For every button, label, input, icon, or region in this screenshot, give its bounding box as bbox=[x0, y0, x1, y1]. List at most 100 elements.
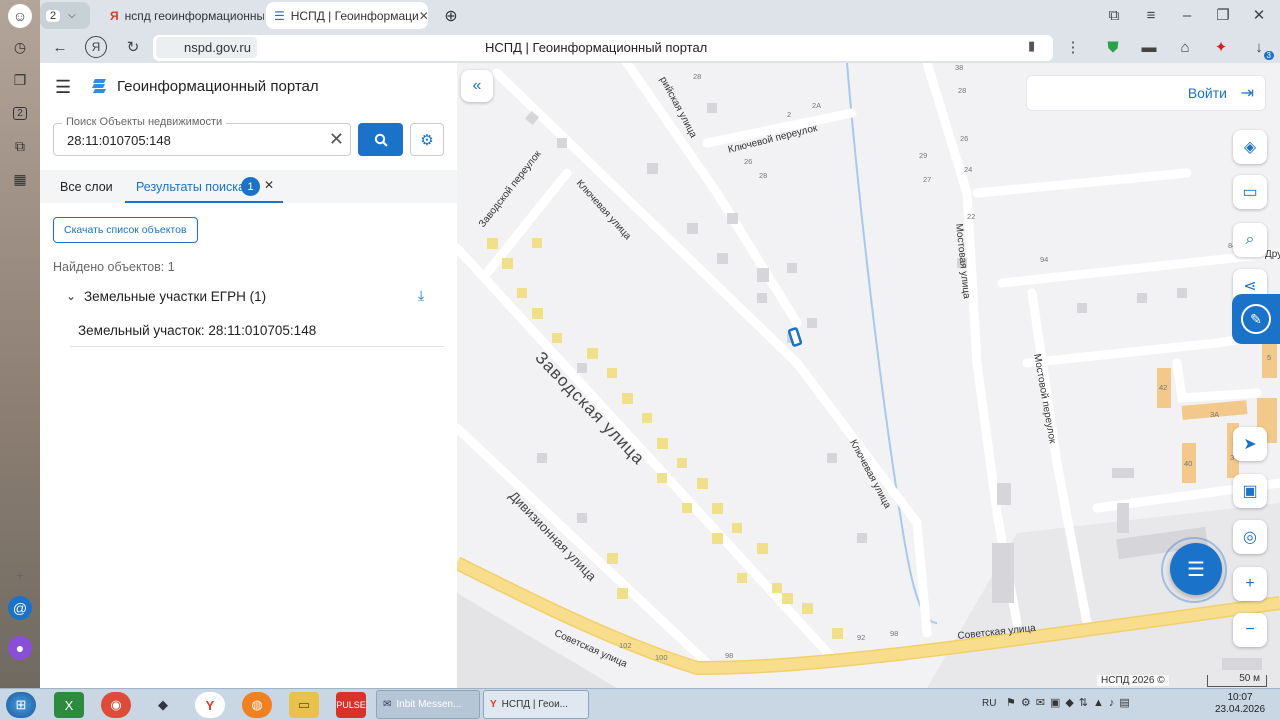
start-button[interactable]: ⊞ bbox=[6, 692, 36, 718]
house-number: 102 bbox=[619, 641, 632, 650]
search-input[interactable]: Поиск Объекты недвижимости 28:11:010705:… bbox=[53, 116, 351, 156]
firefox-app-icon[interactable]: ◍ bbox=[242, 692, 272, 718]
tab-group-count: 2 bbox=[46, 9, 61, 22]
yandex-home-icon[interactable]: Я bbox=[85, 36, 107, 58]
file-explorer-icon[interactable]: ▭ bbox=[289, 692, 319, 718]
minimize-icon[interactable]: – bbox=[1176, 4, 1198, 26]
app-diamond-icon[interactable]: ◆ bbox=[148, 692, 178, 718]
geolocation-button[interactable]: ◎ bbox=[1233, 520, 1267, 554]
history-icon[interactable]: ◷ bbox=[8, 35, 32, 59]
tray-icons[interactable]: ⚑⚙✉▣◆⇅▲♪▤ bbox=[1006, 696, 1135, 709]
map-canvas[interactable]: Заводской переулок Ключевая улица Ключев… bbox=[457, 63, 1280, 688]
locate-button[interactable]: ➤ bbox=[1233, 427, 1267, 461]
pulse-app-icon[interactable]: PULSE bbox=[336, 692, 366, 718]
minimap-button[interactable]: ▣ bbox=[1233, 474, 1267, 508]
feedback-side-button[interactable]: ✎ bbox=[1232, 294, 1280, 344]
selected-parcel[interactable] bbox=[787, 327, 803, 347]
group-label[interactable]: Земельные участки ЕГРН (1) bbox=[84, 289, 266, 304]
download-list-button[interactable]: Скачать список объектов bbox=[53, 217, 198, 243]
collapse-panel-button[interactable]: « bbox=[461, 70, 493, 102]
menu-icon[interactable]: ≡ bbox=[1140, 4, 1162, 26]
url-domain: nspd.gov.ru bbox=[156, 37, 257, 58]
bookmark-icon[interactable]: ▮ bbox=[1028, 38, 1035, 54]
language-indicator[interactable]: RU bbox=[982, 698, 996, 709]
chat-document-icon: ✎ bbox=[1241, 304, 1271, 334]
protect-shield-icon[interactable]: ⛊ bbox=[1102, 36, 1124, 58]
scale-bar: 50 м bbox=[1207, 674, 1267, 687]
tab-search-results-label: Результаты поиска bbox=[136, 180, 245, 194]
copyright: НСПД 2026 © bbox=[1097, 675, 1169, 686]
ruler-button[interactable]: ▭ bbox=[1233, 175, 1267, 209]
collapse-chevron-icon[interactable]: ⌄ bbox=[66, 289, 76, 303]
result-item[interactable]: Земельный участок: 28:11:010705:148 bbox=[70, 314, 444, 347]
chrome-app-icon[interactable]: ◉ bbox=[101, 692, 131, 718]
chat-icon: ☰ bbox=[1187, 558, 1205, 581]
search-button[interactable] bbox=[358, 123, 403, 156]
reader-icon[interactable]: ⌂ bbox=[1174, 36, 1196, 58]
chat-button[interactable]: ☰ bbox=[1170, 543, 1222, 595]
house-number: 100 bbox=[655, 653, 668, 662]
house-number: 2А bbox=[812, 101, 822, 110]
clock[interactable]: 10:07 23.04.2026 bbox=[1215, 692, 1265, 716]
house-number: 94 bbox=[1040, 255, 1049, 264]
tab-yandex-search[interactable]: Я нспд геоинформационный bbox=[102, 2, 264, 29]
collections-icon[interactable]: ❐ bbox=[8, 68, 32, 92]
excel-app-icon[interactable]: X bbox=[54, 692, 84, 718]
login-icon: ⇥ bbox=[1240, 85, 1254, 102]
house-number: 2 bbox=[787, 110, 792, 119]
taskbar-app-nspd[interactable]: Y НСПД | Геои... bbox=[483, 690, 589, 719]
extension-icon[interactable]: ▬ bbox=[1138, 36, 1160, 58]
add-icon[interactable]: + bbox=[8, 563, 32, 587]
close-window-icon[interactable]: ✕ bbox=[1248, 4, 1270, 26]
taskbar-app-inbit[interactable]: ✉ Inbit Messen... bbox=[376, 690, 480, 719]
house-number: 28 bbox=[759, 171, 768, 180]
back-icon[interactable]: ← bbox=[49, 36, 71, 58]
page-title-in-bar: НСПД | Геоинформационный портал bbox=[485, 40, 708, 55]
close-results-icon[interactable]: ✕ bbox=[264, 178, 274, 192]
house-number: 28 bbox=[958, 86, 967, 95]
extension-badge-icon[interactable]: ✦ bbox=[1210, 36, 1232, 58]
tab-all-layers[interactable]: Все слои bbox=[60, 180, 113, 194]
nspd-favicon-icon: ☰ bbox=[274, 8, 285, 23]
tab-search-results[interactable]: Результаты поиска 1 ✕ bbox=[125, 170, 283, 203]
result-item-label: Земельный участок: 28:11:010705:148 bbox=[78, 323, 317, 338]
navigation-arrow-icon: ➤ bbox=[1243, 436, 1257, 453]
alice-icon[interactable]: ● bbox=[8, 636, 32, 660]
address-bar[interactable]: 🔒︎ nspd.gov.ru НСПД | Геоинформационный … bbox=[153, 35, 1053, 61]
tab-nspd[interactable]: ☰ НСПД | Геоинформаци ✕ bbox=[266, 2, 428, 29]
tab-group-button[interactable]: 2 ⌵ bbox=[40, 2, 90, 29]
results-tabs: Все слои Результаты поиска 1 ✕ bbox=[40, 170, 457, 203]
house-number: 40 bbox=[1184, 459, 1193, 468]
zoom-out-button[interactable]: − bbox=[1233, 613, 1267, 647]
reload-icon[interactable]: ↻ bbox=[122, 36, 144, 58]
more-icon[interactable]: ⋮ bbox=[1062, 36, 1084, 58]
apps-grid-icon[interactable]: ▦ bbox=[8, 167, 32, 191]
yandex-browser-app-icon[interactable]: Y bbox=[195, 692, 225, 718]
house-number: 26 bbox=[744, 157, 753, 166]
filter-icon: ⚙︎ bbox=[420, 131, 434, 149]
hamburger-menu-icon[interactable]: ☰ bbox=[55, 77, 71, 98]
close-tab-icon[interactable]: ✕ bbox=[419, 9, 428, 23]
clear-search-icon[interactable]: ✕ bbox=[329, 129, 344, 150]
screenshot-icon[interactable]: ⧉ bbox=[8, 134, 32, 158]
target-icon: ◎ bbox=[1243, 529, 1257, 546]
layers-button[interactable]: ◈ bbox=[1233, 130, 1267, 164]
restore-icon[interactable]: ❐ bbox=[1212, 4, 1234, 26]
ruler-icon: ▭ bbox=[1242, 184, 1258, 201]
tab-label: нспд геоинформационный bbox=[124, 8, 264, 23]
filter-settings-button[interactable]: ⚙︎ bbox=[410, 123, 444, 156]
house-number: 98 bbox=[890, 629, 899, 638]
collections-button-icon[interactable]: ⧉ bbox=[1103, 4, 1125, 26]
download-group-icon[interactable]: ⤓ bbox=[418, 287, 424, 304]
area-search-button[interactable]: ⌕ bbox=[1233, 223, 1267, 257]
mail-icon[interactable]: @ bbox=[8, 596, 32, 620]
search-icon bbox=[374, 133, 388, 147]
zoom-in-button[interactable]: + bbox=[1233, 567, 1267, 601]
tab-count-icon[interactable]: 2 bbox=[8, 101, 32, 125]
house-number: 26 bbox=[960, 134, 969, 143]
login-button[interactable]: Войти ⇥ bbox=[1026, 75, 1266, 111]
new-tab-button[interactable]: ⊕ bbox=[438, 2, 464, 29]
house-number: 29 bbox=[919, 151, 928, 160]
profile-avatar[interactable]: ☺ bbox=[8, 4, 32, 28]
downloads-icon[interactable]: ↓ 3 bbox=[1248, 36, 1274, 60]
